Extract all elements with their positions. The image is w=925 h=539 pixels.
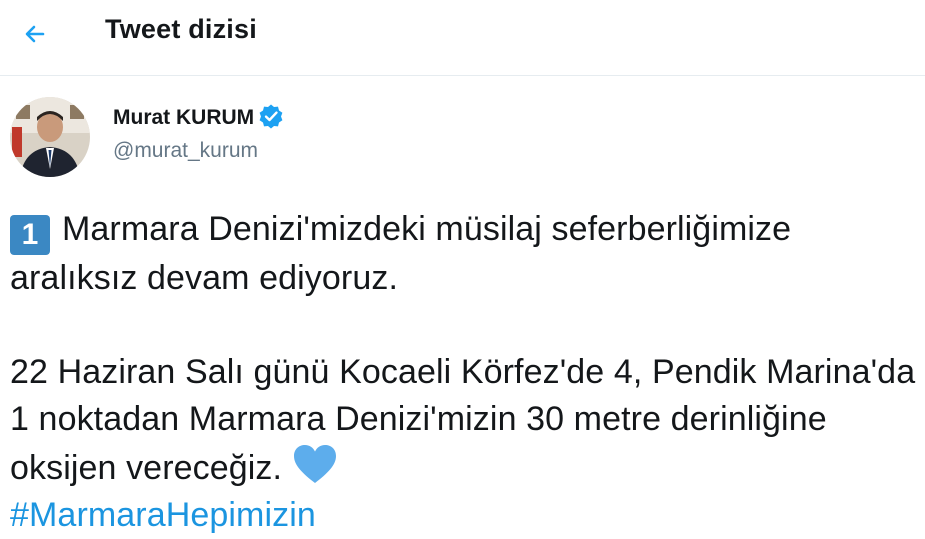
tweet-paragraph-2: 22 Haziran Salı günü Kocaeli Körfez'de 4… xyxy=(10,349,920,492)
tweet-hashtag-line: #MarmaraHepimizin xyxy=(10,492,920,539)
top-bar: Tweet dizisi xyxy=(0,0,925,76)
tweet-body: 1 Marmara Denizi'mizdeki müsilaj seferber… xyxy=(10,206,920,539)
keycap-one-icon: 1 xyxy=(10,215,50,255)
display-name: Murat KURUM xyxy=(113,106,255,129)
verified-badge-icon xyxy=(258,103,284,129)
tweet-line-1: Marmara Denizi'mizdeki müsilaj seferberl… xyxy=(10,210,792,297)
arrow-left-icon xyxy=(25,25,45,43)
avatar[interactable] xyxy=(10,97,90,177)
blue-heart-icon xyxy=(292,443,338,485)
tweet-author: Murat KURUM @murat_kurum xyxy=(10,97,610,181)
back-button[interactable] xyxy=(18,16,54,52)
user-handle[interactable]: @murat_kurum xyxy=(113,139,258,163)
tweet-paragraph-1: 1 Marmara Denizi'mizdeki müsilaj seferber… xyxy=(10,206,920,302)
hashtag-link[interactable]: #MarmaraHepimizin xyxy=(10,496,316,534)
display-name-link[interactable]: Murat KURUM xyxy=(113,103,284,131)
page-title: Tweet dizisi xyxy=(105,14,257,44)
tweet-line-2: 22 Haziran Salı günü Kocaeli Körfez'de 4… xyxy=(10,353,916,487)
avatar-image xyxy=(10,97,90,177)
